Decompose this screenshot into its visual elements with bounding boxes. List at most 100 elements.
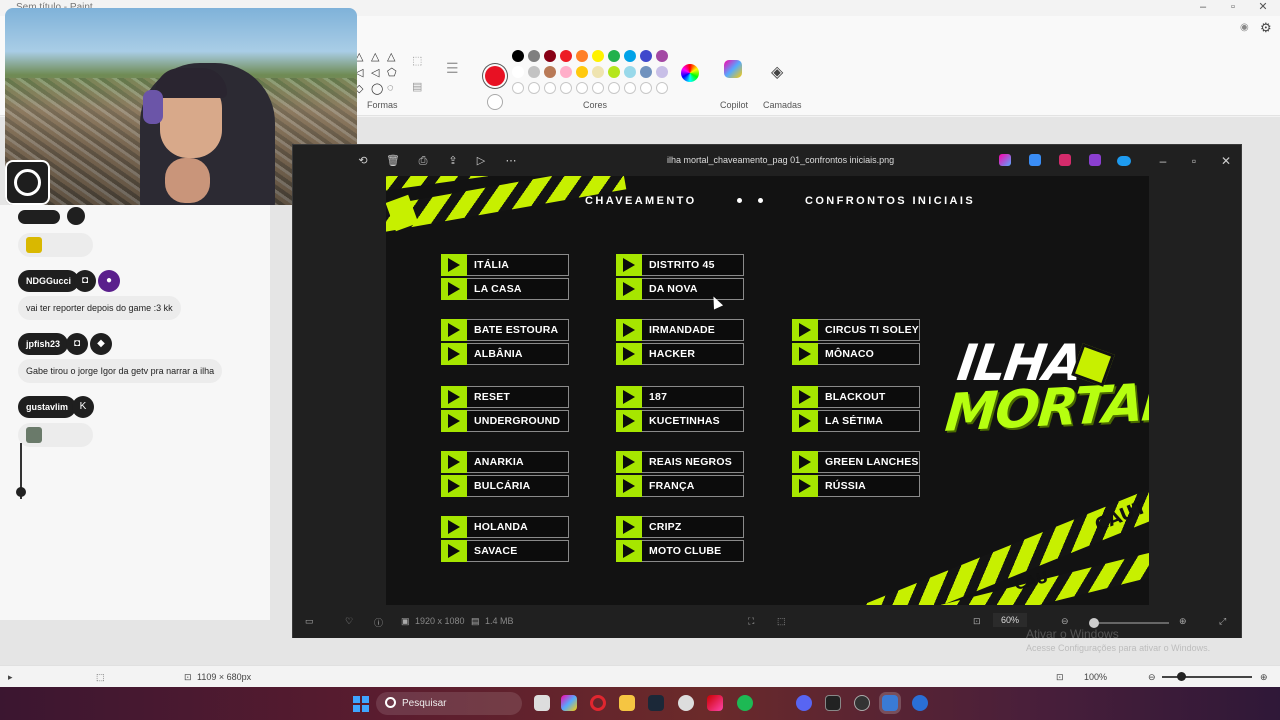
opera-icon[interactable] — [590, 695, 606, 711]
file-explorer-icon[interactable] — [619, 695, 635, 711]
paint-zoom-slider[interactable] — [1162, 676, 1252, 678]
print-icon[interactable]: ⎙ — [413, 153, 433, 169]
secondary-color-swatch[interactable] — [487, 94, 503, 110]
fit-icon[interactable]: ⊡ — [1056, 672, 1064, 683]
palette-color-swatch[interactable] — [592, 66, 604, 78]
team-name: LA CASA — [474, 283, 522, 295]
close-button[interactable]: ✕ — [1246, 0, 1280, 16]
team-name: BULCÁRIA — [474, 480, 531, 492]
delete-icon[interactable]: 🗑 — [383, 153, 403, 169]
palette-color-swatch[interactable] — [512, 66, 524, 78]
palette-color-swatch[interactable] — [656, 50, 668, 62]
info-icon[interactable]: ⓘ — [374, 616, 383, 629]
stroke-size-icon[interactable]: ☰ — [446, 60, 459, 77]
team-flag-icon — [441, 343, 467, 365]
palette-color-swatch[interactable] — [544, 50, 556, 62]
palette-color-swatch[interactable] — [560, 66, 572, 78]
taskbar-search[interactable]: Pesquisar — [376, 692, 522, 715]
primary-color-swatch[interactable] — [485, 66, 505, 86]
palette-color-swatch[interactable] — [576, 50, 588, 62]
palette-color-swatch[interactable] — [512, 50, 524, 62]
edit-icon[interactable] — [1029, 154, 1041, 166]
speech-bubble-shape-icon[interactable]: ◯ — [371, 82, 384, 95]
zoom-select[interactable]: 60% — [993, 613, 1028, 627]
copilot-icon[interactable] — [724, 60, 742, 78]
zoom-in-icon[interactable]: ⊕ — [1179, 616, 1187, 627]
fit-screen-icon[interactable]: ⊡ — [973, 616, 981, 627]
color-palette — [512, 50, 668, 94]
paint-zoom-thumb[interactable] — [1177, 672, 1186, 681]
slideshow-icon[interactable]: ▷ — [471, 153, 491, 169]
custom-color-slot[interactable] — [608, 82, 620, 94]
steam-icon[interactable] — [648, 695, 664, 711]
custom-color-slot[interactable] — [560, 82, 572, 94]
viewer-close-button[interactable]: ✕ — [1216, 153, 1236, 169]
obs-icon[interactable] — [854, 695, 870, 711]
zoom-slider[interactable] — [1093, 622, 1169, 624]
clipchamp-icon[interactable] — [1059, 154, 1071, 166]
zoom-in-icon[interactable]: ⊕ — [1260, 672, 1268, 683]
share-icon[interactable]: ⇪ — [443, 153, 463, 169]
paint-icon[interactable] — [912, 695, 928, 711]
select-icon[interactable]: ⬚ — [777, 616, 786, 627]
palette-color-swatch[interactable] — [656, 66, 668, 78]
windows-start-icon[interactable] — [353, 696, 369, 712]
app-icon[interactable] — [678, 695, 694, 711]
custom-color-slot[interactable] — [528, 82, 540, 94]
zoom-out-icon[interactable]: ⊖ — [1148, 672, 1156, 683]
copilot-taskbar-icon[interactable] — [561, 695, 577, 711]
designer-icon[interactable] — [1089, 154, 1101, 166]
layers-icon[interactable]: ◈ — [771, 62, 783, 82]
palette-color-swatch[interactable] — [624, 50, 636, 62]
spotify-icon[interactable] — [737, 695, 753, 711]
palette-color-swatch[interactable] — [560, 50, 572, 62]
custom-color-slot[interactable] — [592, 82, 604, 94]
zoom-out-icon[interactable]: ⊖ — [1061, 616, 1069, 627]
filmstrip-icon[interactable]: ▭ — [305, 616, 314, 627]
account-icon[interactable]: ◉ — [1240, 22, 1249, 33]
custom-color-slot[interactable] — [544, 82, 556, 94]
palette-color-swatch[interactable] — [528, 66, 540, 78]
palette-color-swatch[interactable] — [544, 66, 556, 78]
discord-icon[interactable] — [796, 695, 812, 711]
palette-color-swatch[interactable] — [640, 50, 652, 62]
arrow-left-shape-icon[interactable]: ◁ — [371, 66, 384, 79]
edit-colors-icon[interactable] — [681, 64, 699, 82]
minimize-button[interactable]: – — [1186, 0, 1220, 16]
paint-zoom-select[interactable]: 100% — [1084, 672, 1107, 682]
copilot-icon[interactable] — [999, 154, 1011, 166]
palette-color-swatch[interactable] — [624, 66, 636, 78]
viewer-minimize-button[interactable]: – — [1153, 153, 1173, 169]
crop-icon[interactable]: ⛶ — [748, 616, 754, 627]
app-icon[interactable] — [825, 695, 841, 711]
custom-color-slot[interactable] — [512, 82, 524, 94]
palette-color-swatch[interactable] — [592, 50, 604, 62]
palette-color-swatch[interactable] — [608, 66, 620, 78]
settings-gear-icon[interactable]: ⚙ — [1260, 20, 1272, 36]
palette-color-swatch[interactable] — [640, 66, 652, 78]
custom-color-slot[interactable] — [624, 82, 636, 94]
capcut-icon[interactable] — [707, 695, 723, 711]
photos-icon[interactable] — [882, 695, 898, 711]
rotate-icon[interactable]: ⟲ — [353, 153, 373, 169]
favorite-icon[interactable]: ♡ — [345, 616, 353, 627]
pentagon-shape-icon[interactable]: ⬠ — [387, 66, 400, 79]
fill-icon[interactable]: ▤ — [412, 80, 422, 93]
triangle-shape-icon[interactable]: △ — [371, 50, 384, 63]
fullscreen-icon[interactable]: ⤢ — [1219, 616, 1226, 627]
palette-color-swatch[interactable] — [528, 50, 540, 62]
palette-color-swatch[interactable] — [576, 66, 588, 78]
task-view-icon[interactable] — [534, 695, 550, 711]
maximize-button[interactable]: ▫ — [1216, 0, 1250, 16]
outline-icon[interactable]: ⬚ — [412, 54, 422, 67]
palette-color-swatch[interactable] — [608, 50, 620, 62]
custom-color-slot[interactable] — [576, 82, 588, 94]
custom-color-slot[interactable] — [640, 82, 652, 94]
shapes-gallery[interactable]: △ △ △ ◁ ◁ ⬠ ◇ ◯ ◌ — [355, 50, 397, 95]
custom-color-slot[interactable] — [656, 82, 668, 94]
viewer-maximize-button[interactable]: ▫ — [1184, 153, 1204, 169]
speech-bubble-shape-icon[interactable]: ◌ — [387, 82, 400, 95]
more-options-icon[interactable]: ⋯ — [501, 153, 521, 169]
onedrive-icon[interactable] — [1117, 156, 1131, 166]
triangle-shape-icon[interactable]: △ — [387, 50, 400, 63]
